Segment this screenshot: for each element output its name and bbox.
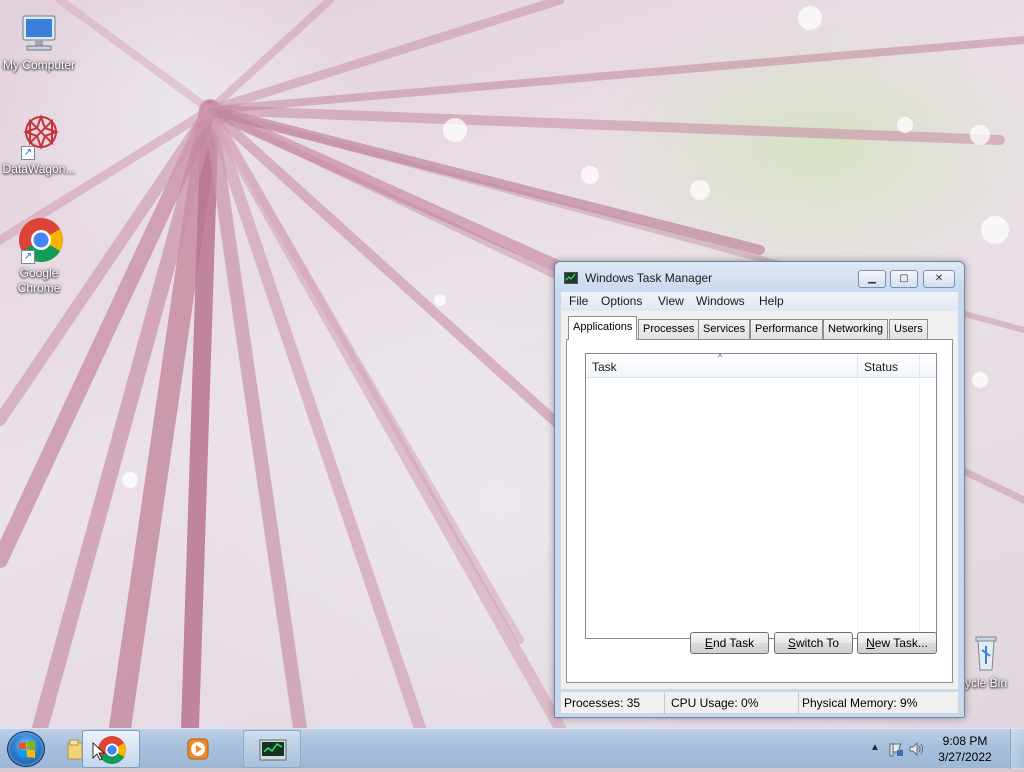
taskbar-file-explorer[interactable] [66,735,83,763]
menu-options[interactable]: Options [601,294,642,308]
volume-icon[interactable] [908,741,924,757]
start-button[interactable] [7,731,45,767]
task-list-header: Task ^ Status [586,352,936,378]
system-tray: ▲ 9:08 PM 3/27/2022 [854,729,1024,769]
switch-to-button[interactable]: Switch To [774,632,853,654]
column-header-task[interactable]: Task ^ [586,352,858,378]
chrome-icon: ↗ [15,216,63,264]
sort-ascending-icon: ^ [718,352,723,362]
task-manager-icon [259,739,287,761]
column-divider [919,378,920,638]
window-title: Windows Task Manager [585,271,713,285]
column-divider [857,378,858,638]
desktop-icon-label: Google Chrome [17,266,61,295]
taskbar-media-player[interactable] [169,730,227,768]
clock[interactable]: 9:08 PM 3/27/2022 [930,733,1000,765]
menu-help[interactable]: Help [759,294,784,308]
tab-services[interactable]: Services [698,319,751,339]
new-task-button[interactable]: New Task... [857,632,937,654]
status-bar: Processes: 35 CPU Usage: 0% Physical Mem… [561,691,958,714]
tab-applications[interactable]: Applications [568,316,638,340]
close-button[interactable]: ✕ [923,270,955,288]
close-icon: ✕ [934,273,944,284]
minimize-button[interactable]: ▁ [858,270,886,288]
datawagon-icon: ↗ [15,112,63,160]
file-explorer-icon [67,739,83,760]
show-desktop-button[interactable] [1010,729,1024,769]
menu-file[interactable]: File [569,294,588,308]
maximize-button[interactable]: ▢ [890,270,918,288]
maximize-icon: ▢ [899,273,909,284]
show-hidden-icons-arrow-icon[interactable]: ▲ [870,742,880,753]
windows-logo-icon [19,741,35,758]
task-manager-window[interactable]: Windows Task Manager ▁ ▢ ✕ File Options … [554,261,965,718]
column-header-status[interactable]: Status [858,354,920,378]
tab-performance[interactable]: Performance [750,319,823,339]
desktop-icon-datawagon[interactable]: ↗ DataWagon... [0,112,78,177]
task-manager-icon [564,272,578,284]
clock-date: 3/27/2022 [938,750,992,764]
task-list[interactable]: Task ^ Status [585,352,937,639]
tab-users[interactable]: Users [889,319,928,339]
shortcut-arrow-icon: ↗ [21,250,35,264]
desktop-icon-google-chrome[interactable]: ↗ Google Chrome [0,216,78,296]
taskbar-chrome[interactable] [82,730,140,768]
tab-networking[interactable]: Networking [823,319,889,339]
menu-bar: File Options View Windows Help [561,292,958,311]
desktop-icon-label: My Computer [2,58,76,72]
desktop-icon-my-computer[interactable]: My Computer [0,8,78,73]
shortcut-arrow-icon: ↗ [21,146,35,160]
desktop-icon-label: DataWagon... [2,162,76,176]
menu-view[interactable]: View [658,294,684,308]
applications-panel: Task ^ Status End Task Switch To New Tas… [566,339,953,683]
clock-time: 9:08 PM [942,734,988,748]
action-center-flag-icon[interactable] [888,741,904,757]
recycle-bin-icon [966,632,1006,674]
status-cpu-usage: CPU Usage: 0% [668,692,799,714]
taskbar: ▲ 9:08 PM 3/27/2022 [0,728,1024,769]
media-player-icon [187,738,209,760]
tab-processes[interactable]: Processes [638,319,700,339]
chrome-icon [92,736,126,764]
end-task-button[interactable]: End Task [690,632,769,654]
status-processes: Processes: 35 [561,692,665,714]
minimize-icon: ▁ [868,273,876,284]
menu-windows[interactable]: Windows [696,294,745,308]
title-bar[interactable]: Windows Task Manager ▁ ▢ ✕ [555,262,964,292]
status-physical-memory: Physical Memory: 9% [802,696,918,710]
client-area: Applications Processes Services Performa… [561,311,958,689]
taskbar-task-manager[interactable] [243,730,301,768]
computer-icon [15,8,63,56]
